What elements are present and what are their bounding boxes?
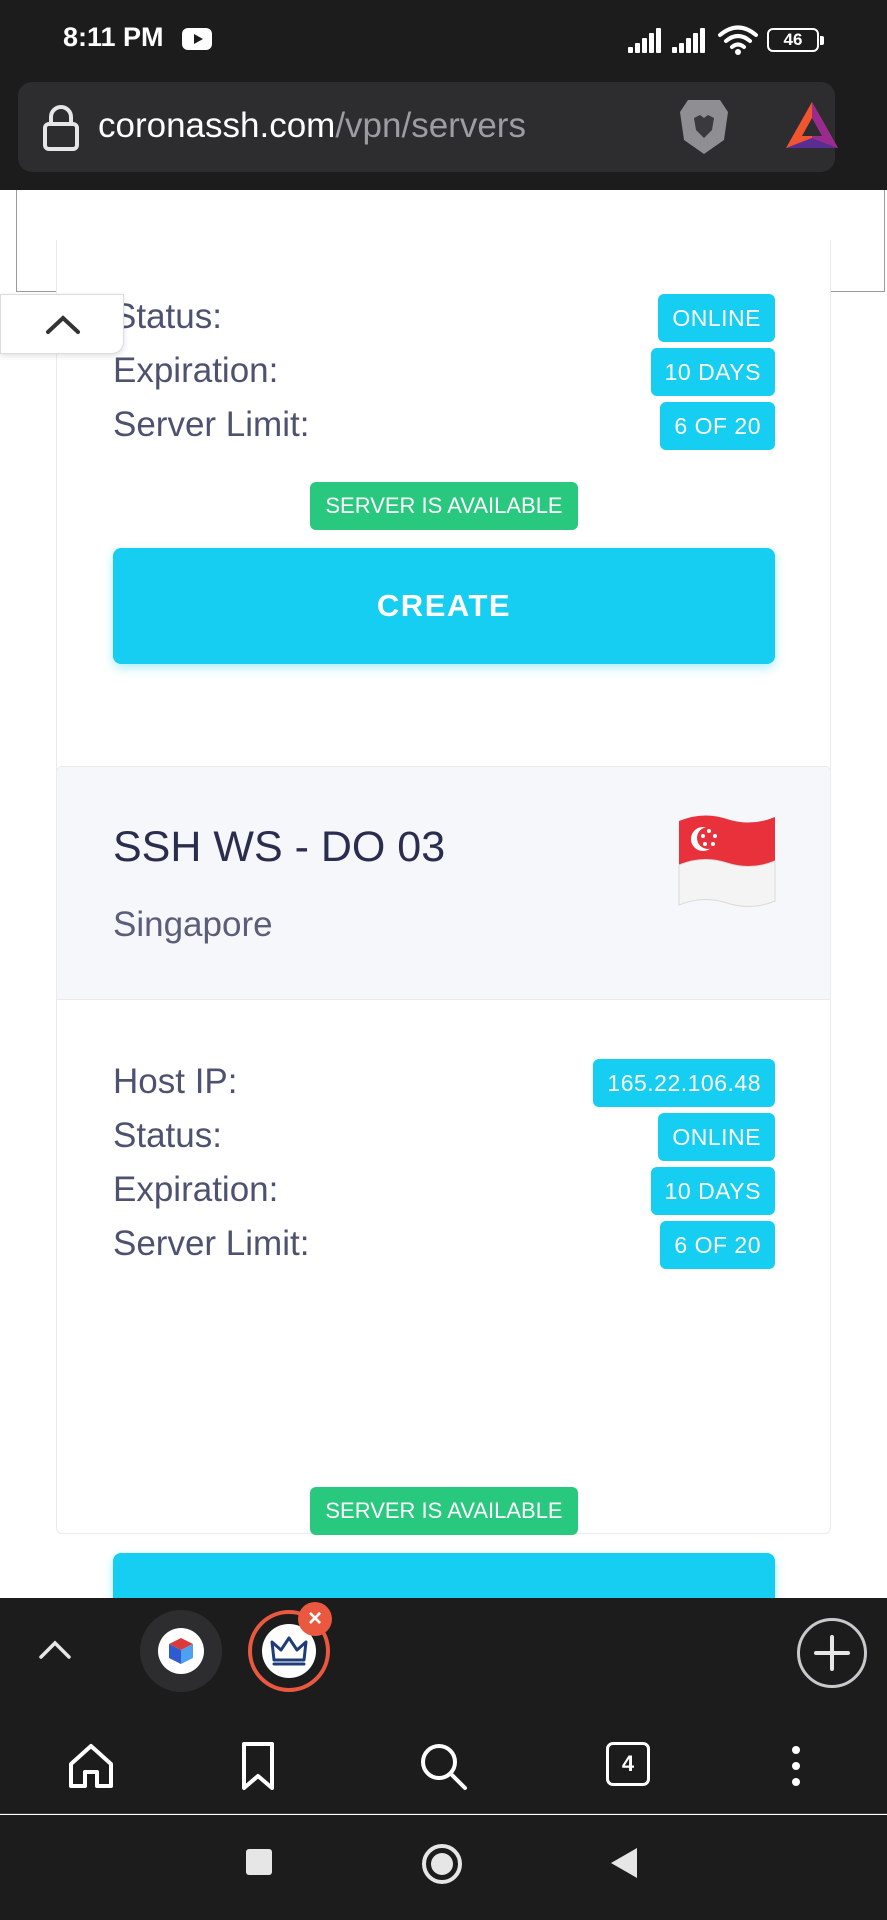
brave-shields-icon[interactable] [676, 96, 732, 158]
browser-nav-bar: 4 [0, 1718, 887, 1814]
availability-badge: SERVER IS AVAILABLE [310, 1487, 578, 1535]
row-label-host-ip: Host IP: [113, 1062, 238, 1101]
row-label-server-limit: Server Limit: [113, 405, 310, 444]
search-button[interactable] [415, 1738, 471, 1794]
browser-toolbar: coronassh.com/vpn/servers [0, 80, 887, 190]
recents-button[interactable] [244, 1847, 274, 1877]
url-domain: coronassh.com [98, 106, 336, 145]
expiration-badge: 10 DAYS [650, 348, 775, 396]
row-label-status: Status: [113, 1116, 222, 1155]
server-card: SSH WS - DO 03 Singapore Host IP: 165.22… [56, 766, 831, 1598]
row-label-expiration: Expiration: [113, 351, 279, 390]
page-content: Status: ONLINE Expiration: 10 DAYS Serve… [0, 190, 887, 1598]
collapse-ad-button[interactable] [0, 294, 124, 354]
server-location: Singapore [113, 905, 273, 944]
tab-strip: × [0, 1598, 887, 1718]
wifi-icon [718, 25, 758, 55]
create-button[interactable]: CREATE [113, 548, 775, 664]
home-button[interactable] [63, 1738, 119, 1794]
youtube-notification-icon [182, 28, 212, 50]
plus-icon [814, 1635, 850, 1671]
chevron-up-icon [46, 315, 80, 334]
cube-icon [169, 1638, 193, 1664]
back-button[interactable] [608, 1845, 640, 1881]
row-label-server-limit: Server Limit: [113, 1224, 310, 1263]
tab-thumbnail[interactable] [140, 1610, 222, 1692]
new-tab-button[interactable] [797, 1618, 867, 1688]
brave-rewards-icon[interactable] [784, 98, 840, 154]
url-text[interactable]: coronassh.com/vpn/servers [98, 106, 526, 146]
address-bar[interactable]: coronassh.com/vpn/servers [18, 82, 838, 172]
server-limit-badge: 6 OF 20 [660, 1221, 775, 1269]
status-bar: 8:11 PM 46 [0, 0, 887, 80]
tab-count: 4 [606, 1742, 650, 1786]
expiration-badge: 10 DAYS [650, 1167, 775, 1215]
singapore-flag-icon [678, 815, 776, 907]
signal-strength-icon-2 [672, 27, 708, 53]
lock-icon [43, 105, 79, 151]
status-badge: ONLINE [658, 294, 775, 342]
battery-icon: 46 [767, 28, 824, 52]
status-badge: ONLINE [658, 1113, 775, 1161]
chevron-up-icon[interactable] [38, 1638, 72, 1660]
bookmarks-button[interactable] [230, 1738, 286, 1794]
tab-favicon [158, 1628, 204, 1674]
server-title: SSH WS - DO 03 [113, 823, 446, 871]
close-tab-icon[interactable]: × [298, 1602, 332, 1636]
server-limit-badge: 6 OF 20 [660, 402, 775, 450]
row-label-expiration: Expiration: [113, 1170, 279, 1209]
system-nav-bar [0, 1815, 887, 1920]
create-button[interactable]: CREATE [113, 1553, 775, 1598]
status-time: 8:11 PM [63, 22, 164, 52]
tab-switcher-button[interactable]: 4 [606, 1738, 662, 1794]
home-nav-button[interactable] [421, 1843, 463, 1885]
signal-strength-icon [628, 27, 664, 53]
availability-badge: SERVER IS AVAILABLE [310, 482, 578, 530]
menu-button[interactable] [770, 1738, 826, 1794]
row-label-status: Status: [113, 297, 222, 336]
url-path: /vpn/servers [335, 106, 526, 145]
card-header: SSH WS - DO 03 Singapore [57, 767, 830, 1000]
host-ip-badge: 165.22.106.48 [593, 1059, 775, 1107]
